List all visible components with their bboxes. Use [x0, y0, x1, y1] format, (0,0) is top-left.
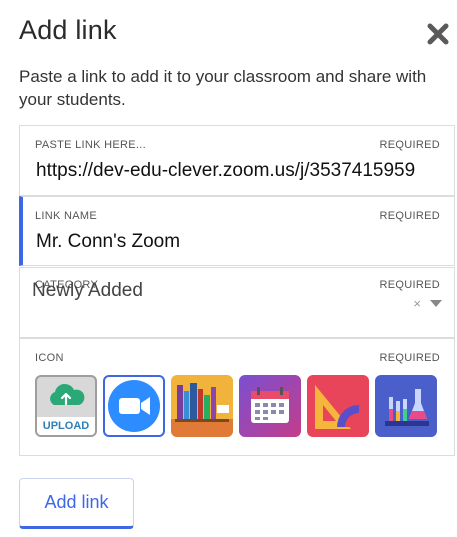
- math-tools-icon: [307, 375, 369, 437]
- chevron-down-icon[interactable]: [430, 300, 442, 307]
- math-tools-icon-option[interactable]: [307, 375, 369, 437]
- calendar-icon: [239, 375, 301, 437]
- clear-icon[interactable]: ×: [413, 296, 421, 311]
- add-link-dialog: Add link Paste a link to add it to your …: [0, 0, 457, 537]
- dialog-title: Add link: [19, 15, 117, 45]
- calendar-icon-option[interactable]: [239, 375, 301, 437]
- upload-label: UPLOAD: [37, 417, 95, 435]
- link-url-label: PASTE LINK HERE...: [35, 139, 146, 151]
- science-lab-icon: [375, 375, 437, 437]
- required-label: REQUIRED: [379, 210, 440, 222]
- required-label: REQUIRED: [379, 279, 440, 291]
- add-link-button[interactable]: Add link: [19, 478, 134, 529]
- link-url-input[interactable]: https://dev-edu-clever.zoom.us/j/3537415…: [36, 160, 446, 182]
- required-label: REQUIRED: [379, 139, 440, 151]
- dialog-description: Paste a link to add it to your classroom…: [19, 67, 427, 109]
- zoom-icon: [108, 380, 160, 432]
- icon-picker-field: ICON REQUIRED UPLOAD: [19, 338, 455, 456]
- link-name-label: LINK NAME: [35, 210, 97, 222]
- category-select[interactable]: CATEGORY Newly Added REQUIRED ×: [19, 267, 455, 338]
- required-label: REQUIRED: [379, 352, 440, 364]
- link-url-field[interactable]: PASTE LINK HERE... REQUIRED https://dev-…: [19, 125, 455, 196]
- science-lab-icon-option[interactable]: [375, 375, 437, 437]
- library-books-icon: [171, 375, 233, 437]
- icon-label: ICON: [35, 352, 64, 364]
- link-name-field[interactable]: LINK NAME REQUIRED Mr. Conn's Zoom: [19, 196, 455, 266]
- category-value: Newly Added: [32, 280, 143, 301]
- zoom-icon-option[interactable]: [103, 375, 165, 437]
- link-name-input[interactable]: Mr. Conn's Zoom: [36, 231, 446, 253]
- cloud-upload-icon: [50, 383, 85, 406]
- library-books-icon-option[interactable]: [171, 375, 233, 437]
- close-icon[interactable]: [426, 22, 450, 46]
- upload-icon-option[interactable]: UPLOAD: [35, 375, 97, 437]
- icon-options: UPLOAD: [35, 375, 437, 437]
